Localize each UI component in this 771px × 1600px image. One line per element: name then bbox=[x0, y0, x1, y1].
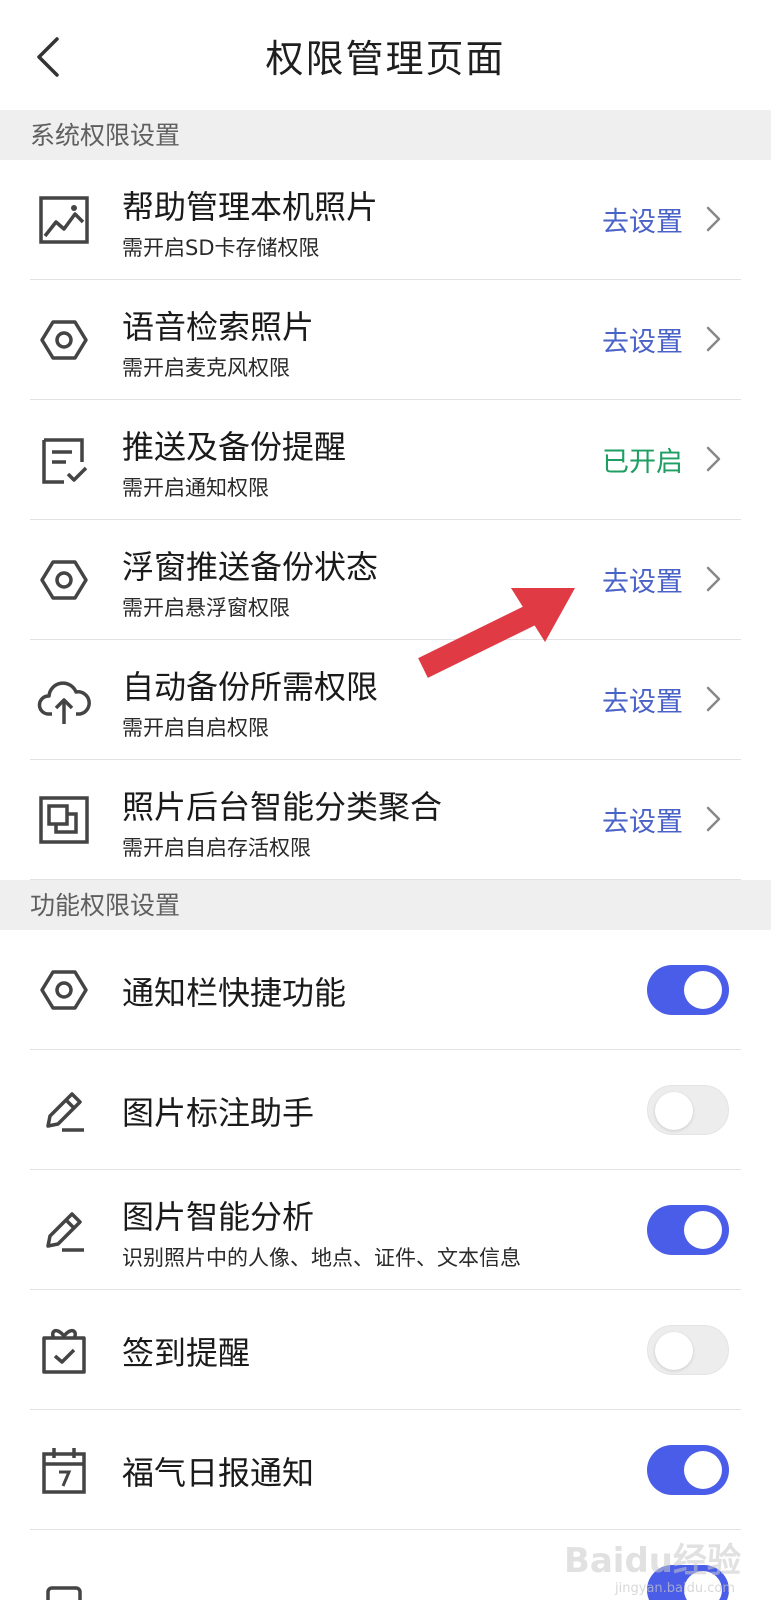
go-settings-button[interactable]: 去设置 bbox=[602, 800, 683, 839]
row-title: 自动备份所需权限 bbox=[122, 668, 379, 706]
pencil-icon bbox=[46, 1092, 84, 1132]
chevron-right-icon bbox=[706, 206, 721, 232]
row-subtitle: 需开启悬浮窗权限 bbox=[122, 596, 290, 620]
row-subtitle: 需开启麦克风权限 bbox=[122, 356, 290, 380]
row-title: 浮窗推送备份状态 bbox=[122, 548, 379, 586]
hexagon-settings-icon bbox=[40, 970, 88, 1010]
system-row-photo-manage[interactable]: 帮助管理本机照片 需开启SD卡存储权限 去设置 bbox=[0, 160, 771, 280]
feature-row-annotation-helper: 图片标注助手 bbox=[0, 1050, 771, 1170]
go-settings-button[interactable]: 去设置 bbox=[602, 560, 683, 599]
feature-row-daily-report: 福气日报通知 bbox=[0, 1410, 771, 1530]
chevron-right-icon bbox=[706, 566, 721, 592]
enabled-status[interactable]: 已开启 bbox=[602, 440, 683, 479]
calendar-icon bbox=[42, 1448, 86, 1494]
go-settings-button[interactable]: 去设置 bbox=[602, 680, 683, 719]
row-subtitle: 识别照片中的人像、地点、证件、文本信息 bbox=[122, 1246, 521, 1270]
gift-check-icon bbox=[42, 1328, 86, 1374]
system-row-smart-classify[interactable]: 照片后台智能分类聚合 需开启自启存活权限 去设置 bbox=[0, 760, 771, 880]
row-subtitle: 需开启通知权限 bbox=[122, 476, 269, 500]
feature-row-checkin-reminder: 签到提醒 bbox=[0, 1290, 771, 1410]
section-header-system: 系统权限设置 bbox=[0, 110, 771, 160]
watermark-url: jingyan.baidu.com bbox=[615, 1581, 735, 1596]
toggle-knob bbox=[684, 1211, 722, 1249]
system-row-auto-backup[interactable]: 自动备份所需权限 需开启自启权限 去设置 bbox=[0, 640, 771, 760]
row-title: 福气日报通知 bbox=[122, 1454, 315, 1492]
toggle-knob bbox=[684, 971, 722, 1009]
row-subtitle: 需开启自启存活权限 bbox=[122, 836, 311, 860]
row-subtitle: 需开启自启权限 bbox=[122, 716, 269, 740]
pencil-icon bbox=[46, 1212, 84, 1252]
toggle-knob bbox=[684, 1451, 722, 1489]
image-icon bbox=[39, 196, 89, 244]
toggle-switch[interactable] bbox=[647, 1205, 729, 1255]
layers-square-icon bbox=[39, 796, 89, 844]
watermark: Baidu经验 bbox=[563, 1541, 741, 1581]
row-title: 图片标注助手 bbox=[122, 1094, 315, 1132]
cloud-upload-icon bbox=[37, 681, 91, 724]
toggle-knob bbox=[655, 1332, 693, 1370]
system-row-voice-search[interactable]: 语音检索照片 需开启麦克风权限 去设置 bbox=[0, 280, 771, 400]
toggle-knob bbox=[655, 1092, 693, 1130]
checklist-icon bbox=[42, 438, 88, 484]
chevron-right-icon bbox=[706, 446, 721, 472]
go-settings-button[interactable]: 去设置 bbox=[602, 200, 683, 239]
go-settings-button[interactable]: 去设置 bbox=[602, 320, 683, 359]
toggle-switch[interactable] bbox=[647, 1325, 729, 1375]
section-header-feature: 功能权限设置 bbox=[0, 880, 771, 930]
feature-row-notification-shortcut: 通知栏快捷功能 bbox=[0, 930, 771, 1050]
chevron-right-icon bbox=[706, 326, 721, 352]
row-title: 语音检索照片 bbox=[122, 308, 315, 346]
app-header: 权限管理页面 bbox=[0, 0, 771, 110]
toggle-switch[interactable] bbox=[647, 965, 729, 1015]
row-subtitle: 需开启SD卡存储权限 bbox=[122, 236, 320, 260]
row-title: 图片智能分析 bbox=[122, 1198, 315, 1236]
chevron-right-icon bbox=[706, 686, 721, 712]
row-title: 推送及备份提醒 bbox=[122, 428, 347, 466]
system-row-floating-window[interactable]: 浮窗推送备份状态 需开启悬浮窗权限 去设置 bbox=[0, 520, 771, 640]
system-row-push-backup[interactable]: 推送及备份提醒 需开启通知权限 已开启 bbox=[0, 400, 771, 520]
row-title: 签到提醒 bbox=[122, 1334, 251, 1372]
page-title: 权限管理页面 bbox=[265, 37, 506, 81]
toggle-switch[interactable] bbox=[647, 1085, 729, 1135]
row-title: 通知栏快捷功能 bbox=[122, 974, 347, 1012]
hexagon-settings-icon bbox=[40, 320, 88, 360]
chevron-right-icon bbox=[706, 806, 721, 832]
generic-icon bbox=[46, 1586, 82, 1600]
feature-row-smart-analysis: 图片智能分析 识别照片中的人像、地点、证件、文本信息 bbox=[0, 1170, 771, 1290]
row-title: 照片后台智能分类聚合 bbox=[122, 788, 443, 826]
row-title: 帮助管理本机照片 bbox=[122, 188, 379, 226]
toggle-switch[interactable] bbox=[647, 1445, 729, 1495]
hexagon-settings-icon bbox=[40, 560, 88, 600]
